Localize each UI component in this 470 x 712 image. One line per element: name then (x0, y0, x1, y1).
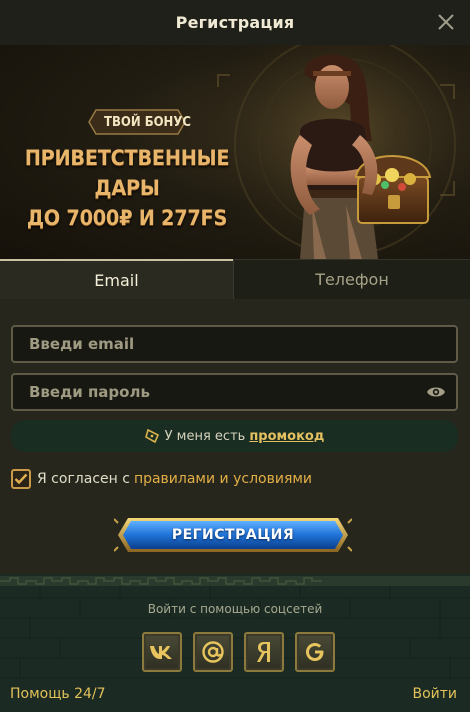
vk-login-button[interactable] (142, 632, 182, 672)
bonus-banner: ТВОЙ БОНУС ПРИВЕТСТВЕННЫЕ ДАРЫ ДО 7000₽ … (0, 45, 470, 259)
yandex-login-button[interactable] (244, 632, 284, 672)
promo-link[interactable]: промокод (249, 429, 324, 444)
bonus-headline-line2: ДО 7000₽ И 277FS (26, 206, 228, 230)
modal-header: Регистрация (0, 0, 470, 45)
terms-link[interactable]: правилами и условиями (134, 471, 312, 487)
bonus-badge-label: ТВОЙ БОНУС (104, 114, 191, 130)
register-button-label: РЕГИСТРАЦИЯ (171, 527, 295, 543)
social-login-title: Войти с помощью соцсетей (147, 602, 323, 616)
social-section: Войти с помощью соцсетей Помощь 24/7 Вой… (0, 574, 470, 712)
email-field[interactable]: Введи email (11, 325, 458, 363)
terms-checkbox[interactable] (11, 469, 31, 489)
tab-email[interactable]: Email (0, 259, 233, 299)
login-link[interactable]: Войти (412, 686, 457, 702)
mail-login-button[interactable] (193, 632, 233, 672)
vk-icon (150, 646, 172, 659)
ticket-icon (144, 429, 159, 443)
password-placeholder: Введи пароль (29, 383, 150, 401)
eye-icon[interactable] (426, 384, 446, 400)
close-icon[interactable] (436, 12, 456, 32)
yandex-icon (257, 642, 270, 662)
register-button[interactable]: РЕГИСТРАЦИЯ (113, 515, 353, 555)
registration-form: Введи email Введи пароль У меня есть про… (0, 299, 470, 574)
promo-text: У меня есть (164, 428, 246, 444)
password-field[interactable]: Введи пароль (11, 373, 458, 411)
terms-text: Я согласен с (37, 471, 130, 487)
help-link[interactable]: Помощь 24/7 (10, 686, 106, 702)
tab-phone[interactable]: Телефон (233, 259, 470, 299)
email-placeholder: Введи email (29, 335, 135, 353)
social-buttons (142, 632, 335, 672)
registration-modal: Регистрация ТВОЙ БОНУС ПРИВЕТСТВЕННЫЕ ДА… (0, 0, 470, 712)
google-icon (306, 643, 324, 661)
modal-title: Регистрация (175, 13, 295, 32)
bonus-headline-line1: ПРИВЕТСТВЕННЫЕ ДАРЫ (24, 146, 230, 200)
google-login-button[interactable] (295, 632, 335, 672)
check-icon (14, 473, 28, 485)
terms-agreement: Я согласен с правилами и условиями (11, 469, 312, 489)
mail-icon (202, 641, 224, 663)
auth-tabs: Email Телефон (0, 259, 470, 299)
bonus-badge: ТВОЙ БОНУС (88, 109, 207, 135)
promo-code-toggle[interactable]: У меня есть промокод (11, 420, 458, 452)
bonus-headline: ПРИВЕТСТВЕННЫЕ ДАРЫ ДО 7000₽ И 277FS (12, 143, 242, 233)
